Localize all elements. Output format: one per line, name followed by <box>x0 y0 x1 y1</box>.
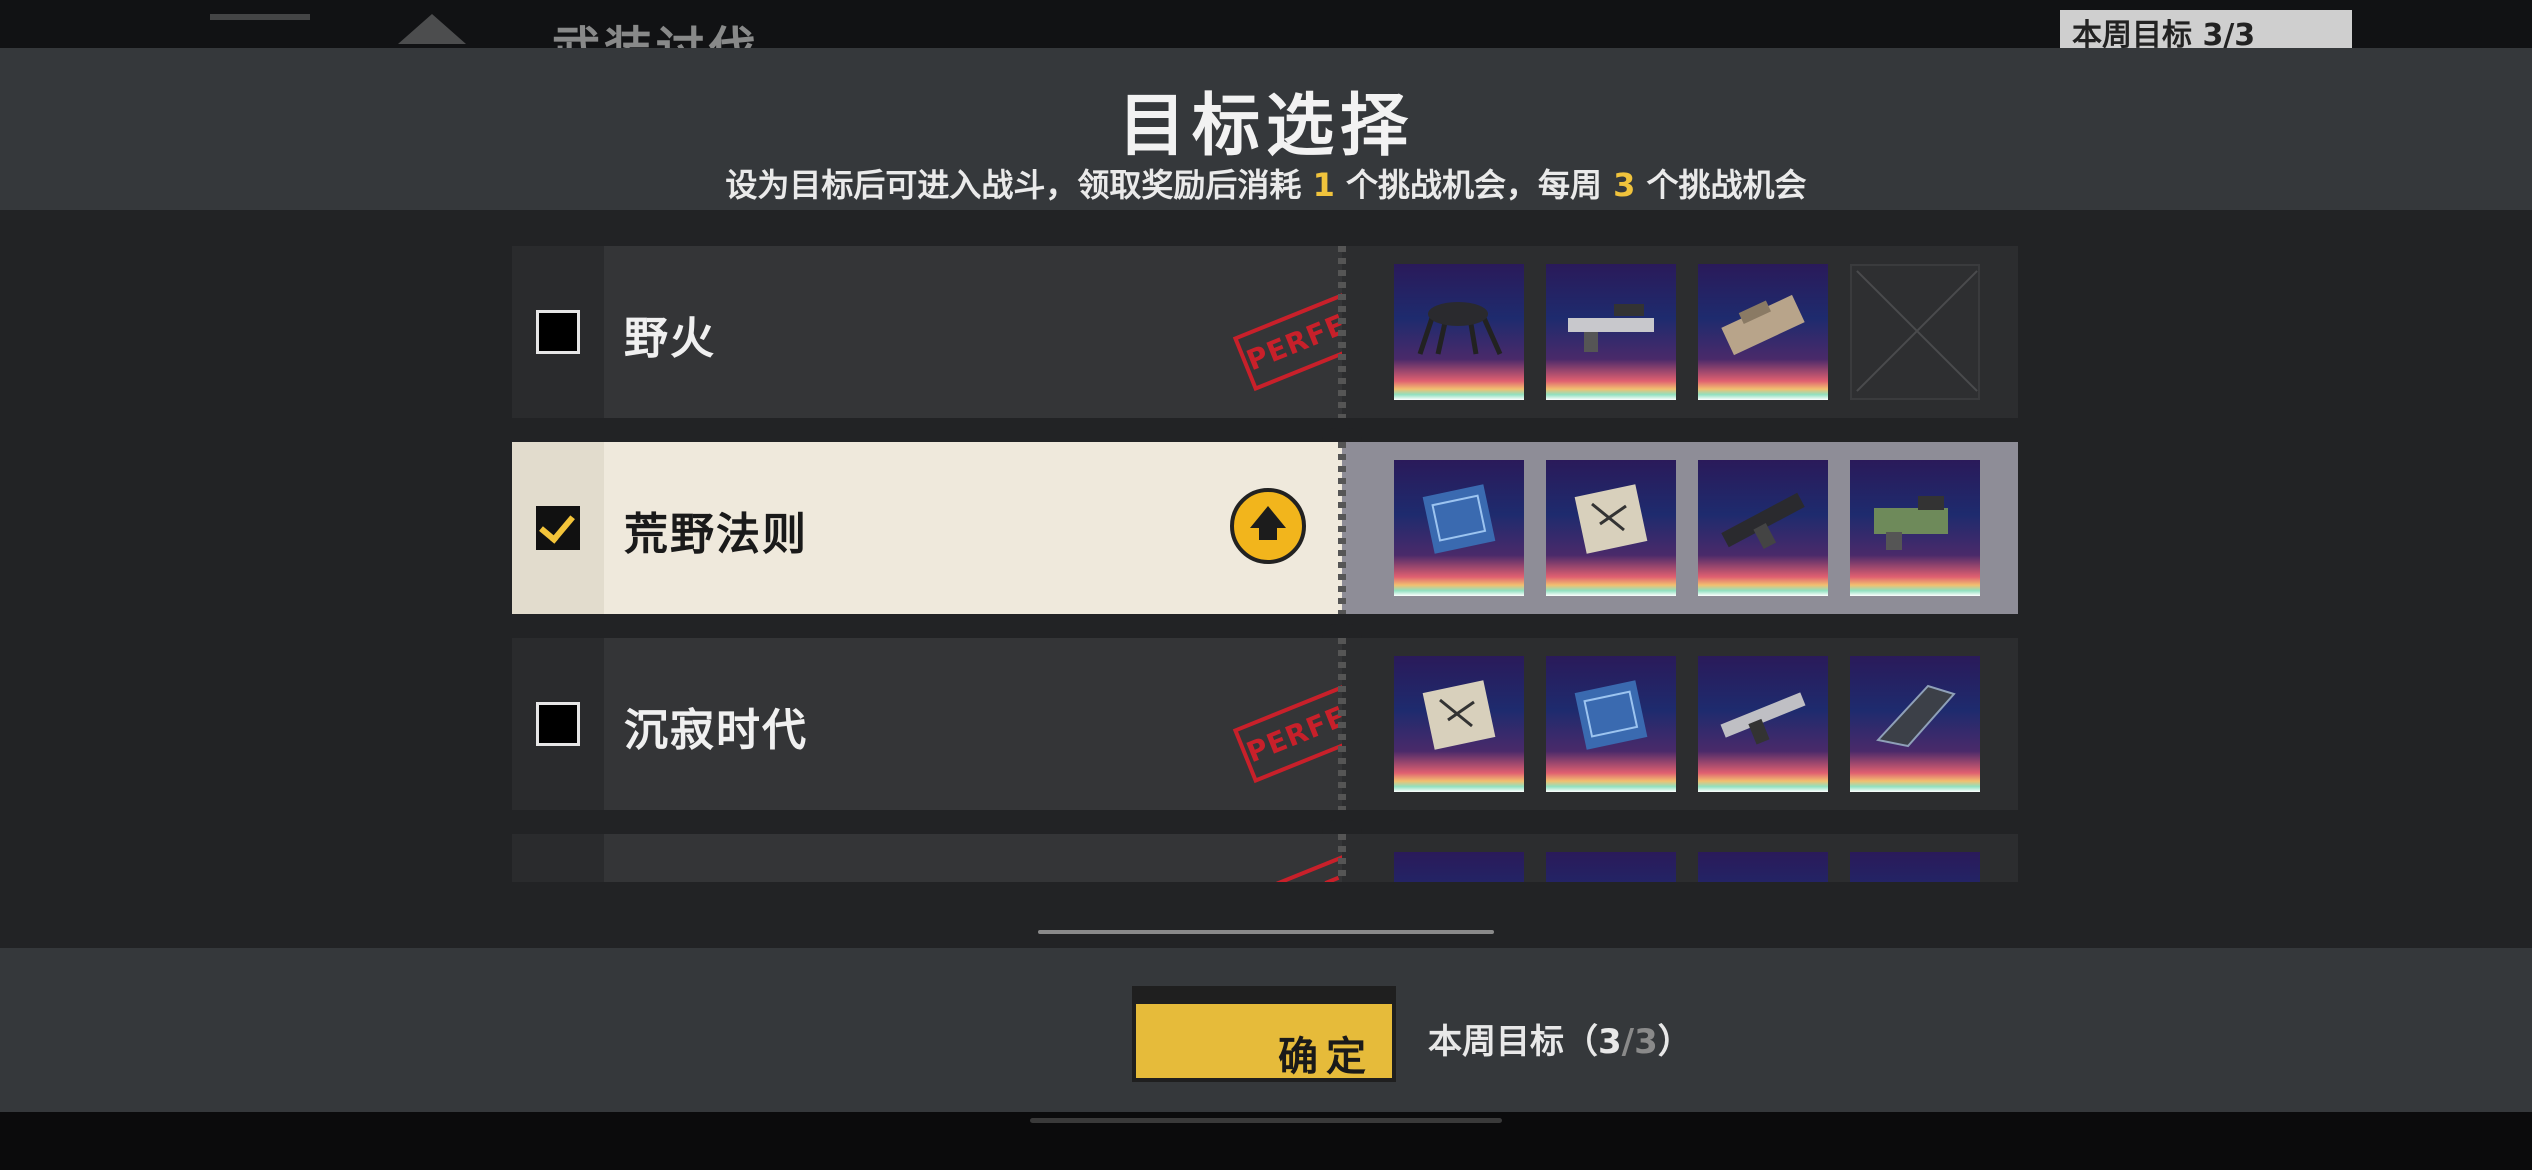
weekly-total: /3 <box>1621 1022 1658 1062</box>
target-list[interactable]: 野火 PERFECT 荒野法则 沉寂时代 PERFECT <box>512 246 2018 882</box>
ticket-perforation <box>1338 246 1346 418</box>
target-row-4[interactable]: PERFECT <box>512 820 2018 882</box>
modal-footer: 确定 本周目标（3/3） <box>0 948 2532 1112</box>
list-scrollbar[interactable] <box>1038 930 1494 934</box>
subtitle-mid: 个挑战机会，每周 <box>1345 166 1602 204</box>
weekly-current: 3 <box>1598 1022 1622 1062</box>
sketch-book-icon[interactable] <box>1394 656 1524 792</box>
subtitle-num-consume: 1 <box>1312 166 1335 204</box>
rifle-icon[interactable] <box>1698 656 1828 792</box>
weekly-close: ） <box>1657 1022 1692 1062</box>
confirm-label: 确定 <box>1278 1034 1374 1080</box>
target-name: 野火 <box>624 313 716 364</box>
upgrade-icon <box>1230 488 1306 564</box>
rifle-icon[interactable] <box>1546 264 1676 400</box>
target-name: 荒野法则 <box>624 509 808 560</box>
blade-icon[interactable] <box>1850 656 1980 792</box>
checkbox-zone <box>512 834 604 882</box>
home-indicator[interactable] <box>1030 1118 1502 1123</box>
row-panel <box>512 834 1342 882</box>
blueprint-book-icon[interactable] <box>1394 852 1524 882</box>
modal-subtitle: 设为目标后可进入战斗，领取奖励后消耗 1 个挑战机会，每周 3 个挑战机会 <box>0 160 2532 206</box>
target-checkbox[interactable] <box>536 702 580 746</box>
subtitle-suffix: 个挑战机会 <box>1646 166 1807 204</box>
home-icon <box>398 14 466 44</box>
weekly-goal-counter: 本周目标（3/3） <box>1428 1014 1692 1063</box>
target-row-wildfire[interactable]: 野火 PERFECT <box>512 246 2018 418</box>
gun-icon[interactable] <box>1698 460 1828 596</box>
sketch-book-icon[interactable] <box>1546 852 1676 882</box>
target-name: 沉寂时代 <box>624 705 808 756</box>
gun-icon[interactable] <box>1698 852 1828 882</box>
empty-slot-icon <box>1850 264 1980 400</box>
blaster-icon[interactable] <box>1850 460 1980 596</box>
ticket-perforation <box>1338 442 1346 614</box>
modal-header: 目标选择 设为目标后可进入战斗，领取奖励后消耗 1 个挑战机会，每周 3 个挑战… <box>0 48 2532 210</box>
blueprint-book-icon[interactable] <box>1546 656 1676 792</box>
weekly-label: 本周目标（ <box>1428 1022 1598 1062</box>
sketch-book-icon[interactable] <box>1546 460 1676 596</box>
blueprint-book-icon[interactable] <box>1394 460 1524 596</box>
target-row-law-of-wilderness[interactable]: 荒野法则 <box>512 428 2018 614</box>
target-checkbox[interactable] <box>536 310 580 354</box>
subtitle-prefix: 设为目标后可进入战斗，领取奖励后消耗 <box>725 166 1302 204</box>
target-row-silent-era[interactable]: 沉寂时代 PERFECT <box>512 624 2018 810</box>
blade-icon[interactable] <box>1850 852 1980 882</box>
spider-mech-icon[interactable] <box>1394 264 1524 400</box>
button-cap <box>1136 990 1392 1004</box>
ticket-perforation <box>1338 638 1346 810</box>
tank-icon[interactable] <box>1698 264 1828 400</box>
ticket-perforation <box>1338 834 1346 882</box>
target-checkbox[interactable] <box>536 506 580 550</box>
confirm-button[interactable]: 确定 <box>1132 986 1396 1082</box>
check-icon <box>539 506 575 544</box>
target-select-modal: 目标选择 设为目标后可进入战斗，领取奖励后消耗 1 个挑战机会，每周 3 个挑战… <box>0 48 2532 1112</box>
subtitle-num-weekly: 3 <box>1613 166 1636 204</box>
background-goal-badge: 本周目标 3/3 <box>2060 10 2352 53</box>
modal-title: 目标选择 <box>1117 87 1414 166</box>
